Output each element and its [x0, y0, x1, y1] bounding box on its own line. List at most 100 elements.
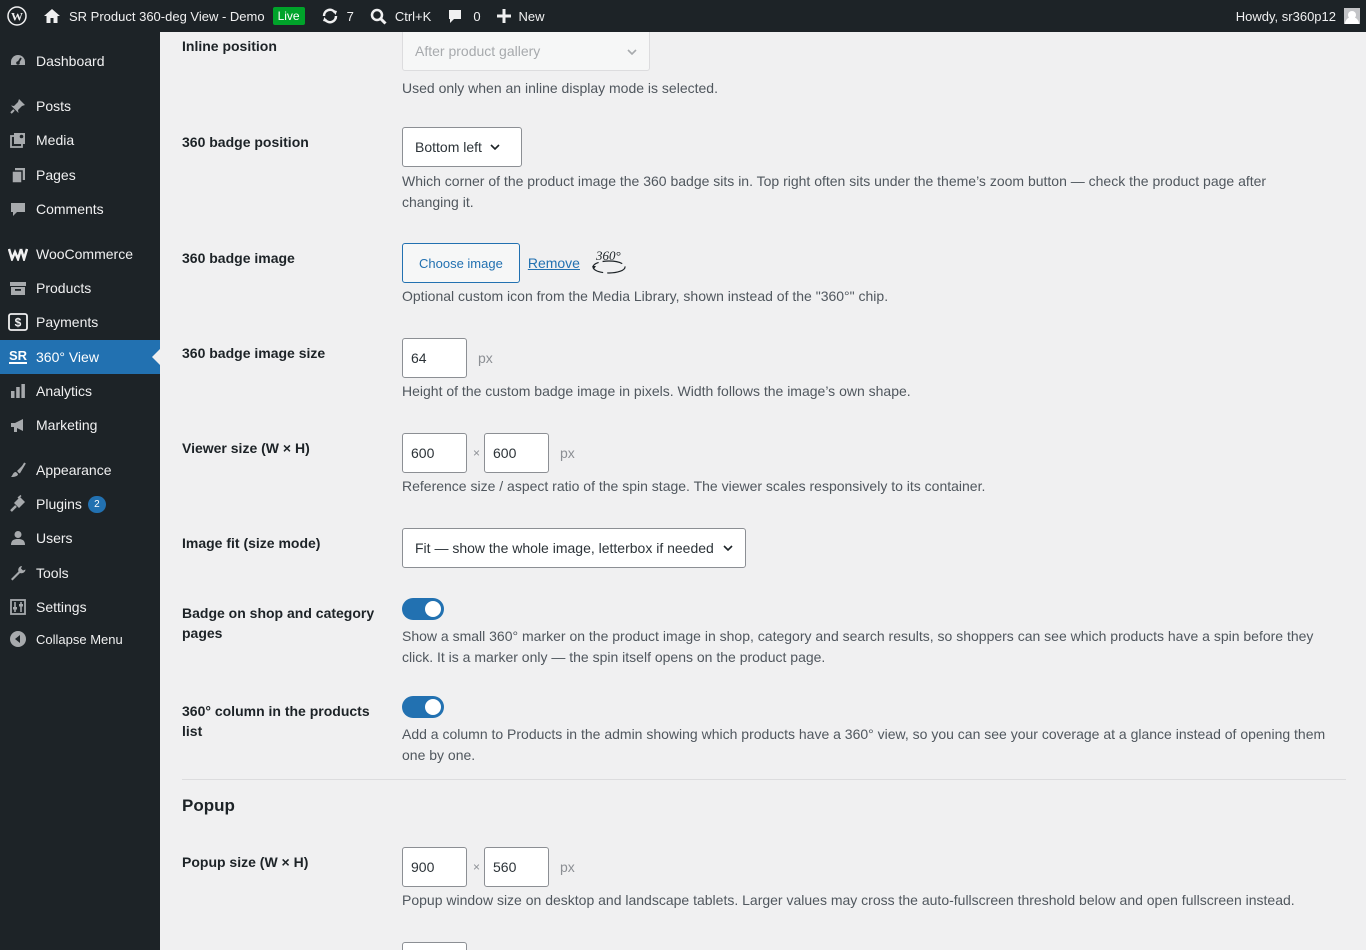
setting-description: Height of the custom badge image in pixe…	[402, 383, 911, 399]
shop-badge-toggle[interactable]	[402, 598, 444, 620]
svg-text:W: W	[11, 10, 23, 24]
menu-item-plugins[interactable]: Plugins 2	[0, 487, 160, 521]
search-shortcut-link[interactable]: Ctrl+K	[362, 0, 439, 32]
times-sign: ×	[473, 446, 481, 460]
badge-preview-image: 360°	[590, 248, 628, 278]
menu-item-posts[interactable]: Posts	[0, 89, 160, 123]
menu-label: Collapse Menu	[36, 631, 123, 647]
wordpress-logo-icon[interactable]: W	[0, 0, 35, 32]
image-fit-select[interactable]: Fit — show the whole image, letterbox if…	[402, 528, 746, 568]
menu-label: Comments	[36, 201, 104, 217]
comment-bubble-icon	[447, 8, 463, 24]
menu-label: Appearance	[36, 462, 112, 478]
menu-label: Analytics	[36, 383, 93, 399]
collapse-menu-button[interactable]: Collapse Menu	[0, 622, 160, 656]
plugins-update-badge: 2	[87, 495, 106, 513]
menu-item-dashboard[interactable]: Dashboard	[0, 44, 160, 78]
menu-label: Marketing	[36, 417, 98, 433]
setting-description: Reference size / aspect ratio of the spi…	[402, 478, 986, 494]
badge-position-select[interactable]: Bottom left	[402, 127, 522, 167]
megaphone-icon	[0, 408, 36, 442]
viewer-width-input[interactable]: 600	[402, 433, 467, 473]
plugin-icon	[0, 487, 36, 521]
menu-label: Plugins	[36, 496, 82, 512]
site-name: SR Product 360-deg View - Demo	[69, 8, 265, 24]
unit-label: px	[560, 445, 575, 461]
setting-label: 360 badge position	[182, 134, 309, 150]
unit-label: px	[478, 350, 493, 366]
menu-item-products[interactable]: Products	[0, 271, 160, 305]
users-icon	[0, 521, 36, 555]
setting-description: Which corner of the product image the 36…	[402, 173, 1267, 210]
live-badge: Live	[272, 7, 305, 25]
menu-label: 360° View	[36, 349, 99, 365]
dashboard-icon	[0, 44, 36, 78]
menu-item-users[interactable]: Users	[0, 521, 160, 555]
menu-label: Tools	[36, 565, 69, 581]
home-icon	[43, 8, 61, 24]
remove-image-link[interactable]: Remove	[528, 255, 580, 271]
section-title-popup: Popup	[182, 796, 235, 815]
updates-count: 7	[346, 8, 354, 24]
menu-item-media[interactable]: Media	[0, 123, 160, 157]
updates-icon	[321, 7, 339, 25]
admin-bar: W SR Product 360-deg View - Demo Live 7 …	[0, 0, 1366, 32]
settings-content: Inline position After product gallery Us…	[160, 32, 1366, 950]
site-name-link[interactable]: SR Product 360-deg View - Demo Live	[35, 0, 313, 32]
wrench-icon	[0, 556, 36, 590]
unit-label: px	[560, 859, 575, 875]
admin-menu: Dashboard Posts Media Pages Comments Woo…	[0, 32, 160, 950]
menu-item-analytics[interactable]: Analytics	[0, 374, 160, 408]
menu-item-marketing[interactable]: Marketing	[0, 408, 160, 442]
menu-item-settings[interactable]: Settings	[0, 590, 160, 624]
popup-width-input[interactable]: 900	[402, 847, 467, 887]
chevron-down-icon	[721, 545, 733, 551]
avatar	[1344, 8, 1360, 24]
next-setting-input[interactable]	[402, 942, 467, 950]
menu-item-appearance[interactable]: Appearance	[0, 453, 160, 487]
menu-label: Dashboard	[36, 53, 105, 69]
svg-text:$: $	[15, 316, 22, 330]
menu-item-payments[interactable]: $ Payments	[0, 305, 160, 339]
choose-image-button[interactable]: Choose image	[402, 243, 520, 283]
badge-image-size-input[interactable]: 64	[402, 338, 467, 378]
plus-icon	[496, 9, 511, 23]
comments-count: 0	[473, 8, 481, 24]
updates-link[interactable]: 7	[313, 0, 362, 32]
chevron-down-icon	[482, 144, 500, 150]
brush-icon	[0, 453, 36, 487]
menu-label: Media	[36, 132, 75, 148]
my-account-link[interactable]: Howdy, sr360p12	[1236, 8, 1366, 24]
setting-description: Show a small 360° marker on the product …	[402, 628, 1314, 665]
menu-item-pages[interactable]: Pages	[0, 158, 160, 192]
inline-position-select[interactable]: After product gallery	[402, 32, 650, 71]
menu-item-tools[interactable]: Tools	[0, 556, 160, 590]
setting-label: Image fit (size mode)	[182, 535, 321, 551]
menu-label: Posts	[36, 98, 72, 114]
menu-label: Users	[36, 530, 73, 546]
comments-link[interactable]: 0	[439, 0, 488, 32]
badge-preview-text: 360°	[595, 248, 621, 263]
menu-item-woocommerce[interactable]: WooCommerce	[0, 237, 160, 271]
sr-icon: SR	[8, 348, 28, 364]
menu-item-comments[interactable]: Comments	[0, 192, 160, 226]
setting-description: Used only when an inline display mode is…	[402, 80, 718, 96]
popup-height-input[interactable]: 560	[484, 847, 550, 887]
menu-label: WooCommerce	[36, 246, 133, 262]
setting-label: Inline position	[182, 38, 277, 54]
viewer-height-input[interactable]: 600	[484, 433, 550, 473]
chevron-down-icon	[619, 49, 637, 55]
products-column-toggle[interactable]	[402, 696, 444, 718]
section-divider	[182, 779, 1346, 780]
media-icon	[0, 123, 36, 157]
comment-icon	[0, 192, 36, 226]
menu-item-360-view[interactable]: SR 360° View	[0, 340, 160, 374]
collapse-icon	[0, 622, 36, 656]
setting-description: Optional custom icon from the Media Libr…	[402, 288, 889, 304]
select-value: After product gallery	[415, 43, 541, 59]
setting-label: 360 badge image size	[182, 345, 326, 361]
search-icon	[370, 8, 387, 25]
howdy-text: Howdy, sr360p12	[1235, 8, 1336, 24]
new-content-link[interactable]: New	[489, 0, 553, 32]
setting-description: Add a column to Products in the admin sh…	[402, 726, 1326, 763]
